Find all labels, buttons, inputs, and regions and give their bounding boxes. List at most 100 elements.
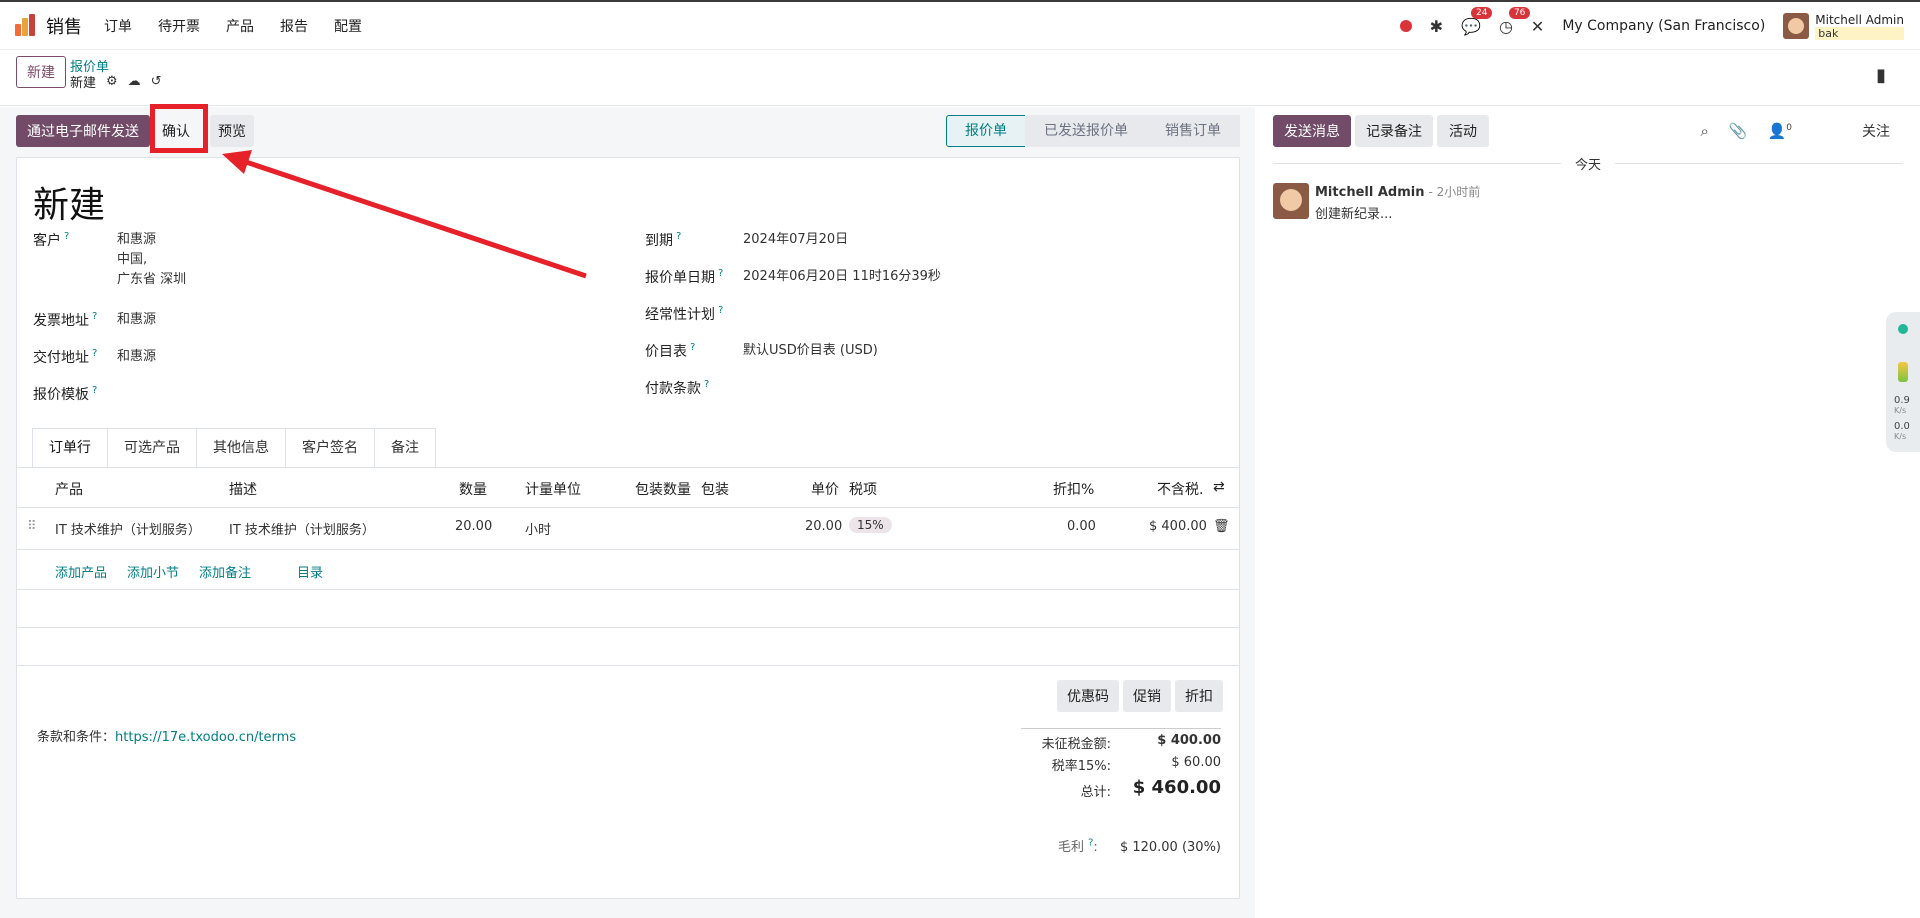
terms-link[interactable]: https://17e.txodoo.cn/terms — [115, 730, 296, 745]
menu-orders[interactable]: 订单 — [104, 16, 132, 36]
stage-sales-order[interactable]: 销售订单 — [1146, 115, 1240, 147]
activity-button[interactable]: 活动 — [1437, 115, 1489, 147]
discard-undo-icon[interactable]: ↺ — [151, 74, 162, 89]
row-unit-price[interactable]: 20.00 — [805, 519, 842, 534]
messages-badge: 24 — [1471, 6, 1493, 19]
col-subtotal[interactable]: 不含税. — [1157, 479, 1203, 499]
date-separator-label: 今天 — [1560, 154, 1616, 173]
add-note-link[interactable]: 添加备注 — [199, 562, 251, 581]
stage-quotation-sent[interactable]: 已发送报价单 — [1025, 115, 1147, 147]
followers-button[interactable]: 👤0 — [1768, 122, 1792, 140]
total-row: 总计: $ 460.00 — [1021, 777, 1221, 807]
coupon-button[interactable]: 优惠码 — [1057, 680, 1119, 712]
optional-columns-icon[interactable]: ⇄ — [1213, 479, 1225, 495]
discount-button[interactable]: 折扣 — [1175, 680, 1223, 712]
expiry-field[interactable]: 2024年07月20日 — [743, 230, 848, 250]
send-message-button[interactable]: 发送消息 — [1273, 115, 1351, 147]
sales-app-logo-icon[interactable] — [14, 13, 38, 38]
row-product[interactable]: IT 技术维护（计划服务） — [55, 519, 201, 538]
row-tax-tag[interactable]: 15% — [849, 517, 892, 533]
col-taxes[interactable]: 税项 — [849, 479, 877, 499]
search-icon[interactable]: ⌕ — [1700, 122, 1708, 140]
add-product-link[interactable]: 添加产品 — [55, 562, 107, 581]
total-label: 总计: — [1080, 785, 1111, 800]
col-discount[interactable]: 折扣% — [1053, 479, 1094, 499]
payment-terms-label: 付款条款? — [645, 379, 710, 397]
pricelist-field[interactable]: 默认USD价目表 (USD) — [743, 341, 878, 361]
database-badge: bak — [1815, 26, 1904, 40]
trash-icon[interactable]: 🗑 — [1213, 519, 1230, 534]
tab-customer-signature[interactable]: 客户签名 — [285, 428, 375, 468]
total-amount: $ 460.00 — [1132, 777, 1221, 798]
record-indicator-icon[interactable] — [1399, 20, 1412, 32]
row-uom[interactable]: 小时 — [525, 519, 551, 538]
row-quantity[interactable]: 20.00 — [455, 519, 492, 534]
log-note-button[interactable]: 记录备注 — [1355, 115, 1433, 147]
customer-label: 客户? — [33, 231, 70, 249]
menu-to-invoice[interactable]: 待开票 — [158, 16, 200, 36]
row-discount[interactable]: 0.00 — [1067, 519, 1096, 534]
menu-configuration[interactable]: 配置 — [334, 16, 362, 36]
tax-amount: $ 60.00 — [1171, 755, 1221, 770]
follow-button[interactable]: 关注 — [1862, 121, 1890, 141]
quote-date-field[interactable]: 2024年06月20日 11时16分39秒 — [743, 267, 941, 287]
breadcrumb-current-label: 新建 — [70, 76, 97, 91]
tab-notes[interactable]: 备注 — [374, 428, 436, 468]
systray: ✱ 💬 24 ◷ 76 ✕ My Company (San Francisco) M… — [1399, 2, 1904, 50]
breadcrumb-current: 新建 ⚙ ☁ ↺ — [70, 72, 162, 91]
terms-and-conditions: 条款和条件：https://17e.txodoo.cn/terms — [37, 726, 296, 745]
app-name[interactable]: 销售 — [46, 13, 82, 39]
row-description[interactable]: IT 技术维护（计划服务） — [229, 519, 375, 538]
col-product[interactable]: 产品 — [55, 479, 83, 499]
invoice-address-field[interactable]: 和惠源 — [117, 310, 156, 330]
recurring-plan-label: 经常性计划? — [645, 305, 724, 323]
author-avatar[interactable] — [1273, 183, 1309, 219]
stage-quotation[interactable]: 报价单 — [946, 115, 1026, 147]
gear-icon[interactable]: ⚙ — [106, 74, 118, 89]
tab-order-lines[interactable]: 订单行 — [32, 428, 108, 468]
new-button[interactable]: 新建 — [16, 56, 66, 88]
record-title: 新建 — [33, 185, 106, 226]
col-quantity[interactable]: 数量 — [459, 479, 487, 499]
bookmark-icon[interactable]: ▮ — [1876, 65, 1886, 86]
promotions-button[interactable]: 促销 — [1123, 680, 1171, 712]
company-switcher[interactable]: My Company (San Francisco) — [1562, 18, 1765, 34]
send-by-email-button[interactable]: 通过电子邮件发送 — [16, 115, 150, 147]
invoice-address-label: 发票地址? — [33, 311, 98, 329]
save-cloud-icon[interactable]: ☁ — [128, 74, 141, 89]
bug-icon[interactable]: ✱ — [1430, 17, 1443, 36]
col-description[interactable]: 描述 — [229, 479, 257, 499]
activities-clock-icon[interactable]: ◷ 76 — [1499, 6, 1531, 36]
date-separator: 今天 — [1273, 153, 1903, 173]
tab-other-info[interactable]: 其他信息 — [196, 428, 286, 468]
menu-products[interactable]: 产品 — [226, 16, 254, 36]
followers-count: 0 — [1786, 123, 1792, 133]
tab-optional-products[interactable]: 可选产品 — [107, 428, 197, 468]
delivery-address-field[interactable]: 和惠源 — [117, 347, 156, 367]
network-speed-widget[interactable]: 0.9 K/s 0.0 K/s — [1886, 312, 1920, 452]
col-packaging[interactable]: 包装 — [701, 479, 729, 499]
status-green-icon — [1898, 324, 1908, 334]
quote-template-label: 报价模板? — [33, 385, 98, 403]
drag-handle-icon[interactable]: ⠿ — [27, 519, 37, 534]
add-section-link[interactable]: 添加小节 — [127, 562, 179, 581]
form-view: 通过电子邮件发送 确认 预览 报价单 已发送报价单 销售订单 新建 客户? 和惠… — [0, 107, 1255, 918]
form-sheet: 新建 客户? 和惠源 中国, 广东省 深圳 发票地址? 和惠源 交付地址? 和惠… — [16, 157, 1240, 899]
menu-reporting[interactable]: 报告 — [280, 16, 308, 36]
col-packaging-qty[interactable]: 包装数量 — [635, 479, 691, 499]
tools-icon[interactable]: ✕ — [1531, 17, 1544, 36]
message-author[interactable]: Mitchell Admin - 2小时前 — [1315, 183, 1480, 200]
chatter: 发送消息 记录备注 活动 ⌕ 📎 👤0 关注 今天 Mitchell Admin… — [1255, 107, 1920, 918]
paperclip-icon[interactable]: 📎 — [1729, 122, 1748, 140]
catalog-link[interactable]: 目录 — [297, 562, 323, 581]
col-unit-price[interactable]: 单价 — [811, 479, 839, 499]
preview-button[interactable]: 预览 — [210, 115, 254, 147]
customer-field[interactable]: 和惠源 中国, 广东省 深圳 — [117, 230, 186, 290]
expiry-label: 到期? — [645, 231, 682, 249]
col-uom[interactable]: 计量单位 — [525, 479, 581, 499]
table-row[interactable]: ⠿ IT 技术维护（计划服务） IT 技术维护（计划服务） 20.00 小时 2… — [17, 508, 1239, 550]
untaxed-amount: $ 400.00 — [1157, 733, 1221, 748]
user-menu[interactable]: Mitchell Admin bak — [1783, 13, 1904, 40]
messages-icon[interactable]: 💬 24 — [1461, 6, 1493, 36]
customer-country: 中国, — [117, 252, 148, 267]
